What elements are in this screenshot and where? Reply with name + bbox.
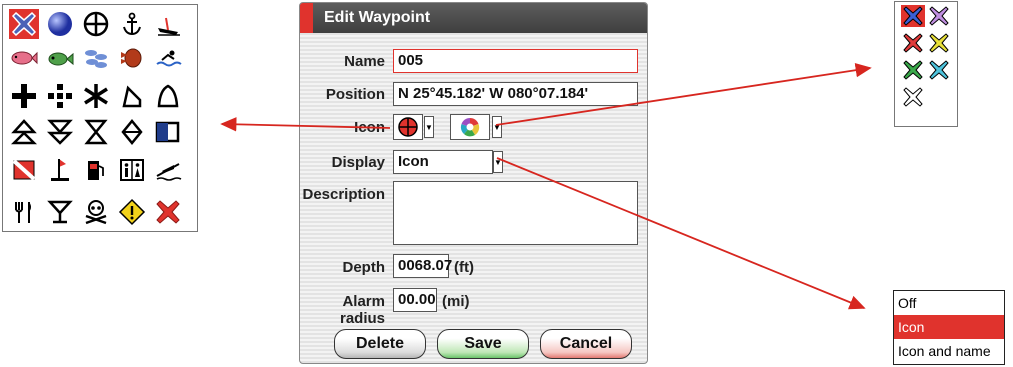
depth-input[interactable]: 0068.07 bbox=[393, 254, 452, 278]
diamond-icon[interactable] bbox=[117, 117, 147, 147]
triangle-up-icon[interactable] bbox=[9, 117, 39, 147]
hourglass-icon[interactable] bbox=[81, 117, 111, 147]
dashed-cross-icon[interactable] bbox=[45, 81, 75, 111]
x-mark-red-icon[interactable] bbox=[153, 197, 183, 227]
depth-unit: (ft) bbox=[454, 259, 474, 276]
bell-buoy-icon[interactable] bbox=[153, 81, 183, 111]
display-options-list: Off Icon Icon and name bbox=[893, 290, 1005, 365]
color-swatch-cyan[interactable] bbox=[927, 59, 951, 81]
save-button[interactable]: Save bbox=[437, 329, 529, 359]
position-label: Position bbox=[325, 86, 385, 103]
fish-school-icon[interactable] bbox=[45, 43, 75, 73]
icon-dropdown-arrow[interactable]: ▼ bbox=[424, 116, 434, 138]
icon-label: Icon bbox=[354, 119, 385, 136]
fish-school-small-icon[interactable] bbox=[81, 43, 111, 73]
beacon-icon[interactable] bbox=[45, 155, 75, 185]
color-wheel-icon bbox=[460, 117, 480, 137]
sphere-icon[interactable] bbox=[45, 9, 75, 39]
dialog-title: Edit Waypoint bbox=[324, 9, 431, 26]
dive-flag-icon[interactable] bbox=[9, 155, 39, 185]
cancel-button[interactable]: Cancel bbox=[540, 329, 632, 359]
icon-picker-palette bbox=[2, 4, 198, 232]
color-swatch-green[interactable] bbox=[901, 59, 925, 81]
display-dropdown-arrow[interactable]: ▼ bbox=[493, 151, 503, 173]
edit-waypoint-dialog: Edit Waypoint Name 005 Position N 25°45.… bbox=[299, 2, 648, 364]
color-swatch-red[interactable] bbox=[901, 32, 925, 54]
color-select[interactable] bbox=[450, 114, 490, 140]
cross-icon[interactable] bbox=[9, 81, 39, 111]
display-option-icon[interactable]: Icon bbox=[894, 315, 1004, 339]
color-swatch-blue[interactable] bbox=[901, 5, 925, 27]
fuel-icon[interactable] bbox=[81, 155, 111, 185]
star-burst-icon[interactable] bbox=[81, 81, 111, 111]
alarm-radius-input[interactable]: 00.00 bbox=[393, 288, 437, 312]
description-label: Description bbox=[302, 186, 385, 203]
display-option-off[interactable]: Off bbox=[894, 291, 1004, 315]
restaurant-icon[interactable] bbox=[9, 197, 39, 227]
title-accent bbox=[300, 3, 313, 33]
alarm-radius-label: Alarm radius bbox=[339, 293, 385, 327]
fish-icon[interactable] bbox=[9, 43, 39, 73]
warning-icon[interactable] bbox=[117, 197, 147, 227]
alarm-radius-unit: (mi) bbox=[442, 293, 470, 310]
skull-icon[interactable] bbox=[81, 197, 111, 227]
buoy-icon[interactable] bbox=[117, 81, 147, 111]
icon-color-palette bbox=[894, 1, 958, 127]
cocktail-icon[interactable] bbox=[45, 197, 75, 227]
dialog-title-bar: Edit Waypoint bbox=[300, 3, 647, 33]
restroom-icon[interactable] bbox=[117, 155, 147, 185]
display-option-icon-and-name[interactable]: Icon and name bbox=[894, 339, 1004, 363]
name-input[interactable]: 005 bbox=[393, 49, 638, 73]
flag-icon[interactable] bbox=[153, 117, 183, 147]
wreck-icon[interactable] bbox=[153, 9, 183, 39]
anchor-icon[interactable] bbox=[117, 9, 147, 39]
color-swatch-white[interactable] bbox=[901, 86, 925, 108]
triangle-down-icon[interactable] bbox=[45, 117, 75, 147]
color-swatch-yellow[interactable] bbox=[927, 32, 951, 54]
delete-button[interactable]: Delete bbox=[334, 329, 426, 359]
crosshair-icon bbox=[398, 117, 418, 137]
x-mark-blue-icon[interactable] bbox=[9, 9, 39, 39]
display-select[interactable]: Icon bbox=[393, 150, 493, 174]
name-label: Name bbox=[344, 53, 385, 70]
boat-ramp-icon[interactable] bbox=[153, 155, 183, 185]
depth-label: Depth bbox=[342, 259, 386, 276]
color-swatch-purple[interactable] bbox=[927, 5, 951, 27]
description-input[interactable] bbox=[393, 181, 638, 245]
crosshair-icon[interactable] bbox=[81, 9, 111, 39]
color-dropdown-arrow[interactable]: ▼ bbox=[492, 116, 502, 138]
position-input[interactable]: N 25°45.182' W 080°07.184' bbox=[393, 82, 638, 106]
icon-select[interactable] bbox=[393, 114, 423, 140]
swimmer-icon[interactable] bbox=[153, 43, 183, 73]
lobster-icon[interactable] bbox=[117, 43, 147, 73]
display-label: Display bbox=[331, 154, 385, 171]
